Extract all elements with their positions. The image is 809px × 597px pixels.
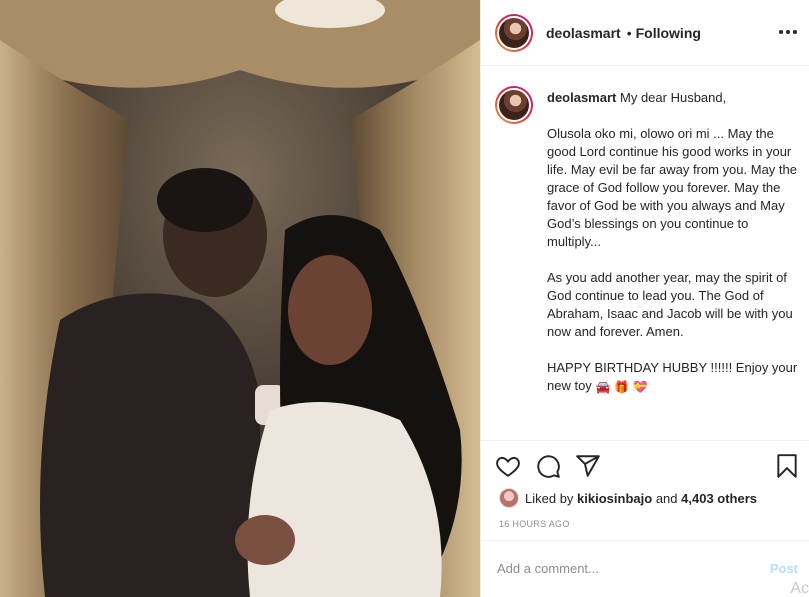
car-emoji: 🚘 [595, 380, 611, 394]
post-timestamp[interactable]: 16 HOURS AGO [499, 519, 570, 529]
photo-illustration [0, 0, 480, 597]
caption-avatar[interactable] [495, 86, 533, 124]
likes-summary: Liked by kikiosinbajo and 4,403 others [499, 488, 757, 508]
liker-avatar[interactable] [499, 488, 519, 508]
post-header: deolasmart • Following [481, 0, 809, 66]
likes-and: and [655, 490, 678, 506]
post-photo[interactable] [0, 0, 480, 597]
likes-prefix: Liked by [525, 490, 574, 506]
comment-box: Add a comment... Post [481, 540, 809, 597]
caption: deolasmart My dear Husband, Olusola oko … [495, 86, 800, 396]
instagram-post: deolasmart • Following deolasmart My dea… [0, 0, 809, 597]
post-actions: Liked by kikiosinbajo and 4,403 others 1… [481, 440, 809, 538]
header-username[interactable]: deolasmart [546, 25, 621, 41]
header-separator: • [626, 24, 632, 41]
liker-username[interactable]: kikiosinbajo [577, 491, 652, 506]
share-icon[interactable] [575, 453, 601, 479]
comment-icon[interactable] [535, 453, 561, 479]
gift-emoji: 🎁 [614, 380, 629, 394]
post-comment-button[interactable]: Post [770, 561, 798, 576]
more-options-icon[interactable] [776, 22, 800, 42]
caption-greeting: My dear Husband, [620, 90, 727, 105]
avatar[interactable] [495, 13, 533, 52]
heart-icon[interactable] [495, 453, 521, 479]
likes-count[interactable]: 4,403 others [681, 491, 757, 506]
post-side-panel: deolasmart • Following deolasmart My dea… [480, 0, 809, 597]
caption-paragraph: As you add another year, may the spirit … [547, 270, 793, 339]
bookmark-icon[interactable] [774, 453, 800, 479]
heart-gift-emoji: 💝 [632, 380, 648, 394]
caption-paragraph: HAPPY BIRTHDAY HUBBY !!!!!! Enjoy your n… [547, 360, 798, 393]
following-button[interactable]: Following [636, 25, 701, 41]
caption-text: deolasmart My dear Husband, Olusola oko … [547, 86, 799, 396]
overlay-text: Ac [790, 580, 809, 597]
comment-input[interactable]: Add a comment... [497, 561, 599, 576]
caption-paragraph: Olusola oko mi, olowo ori mi ... May the… [547, 126, 797, 249]
caption-username[interactable]: deolasmart [547, 90, 616, 105]
